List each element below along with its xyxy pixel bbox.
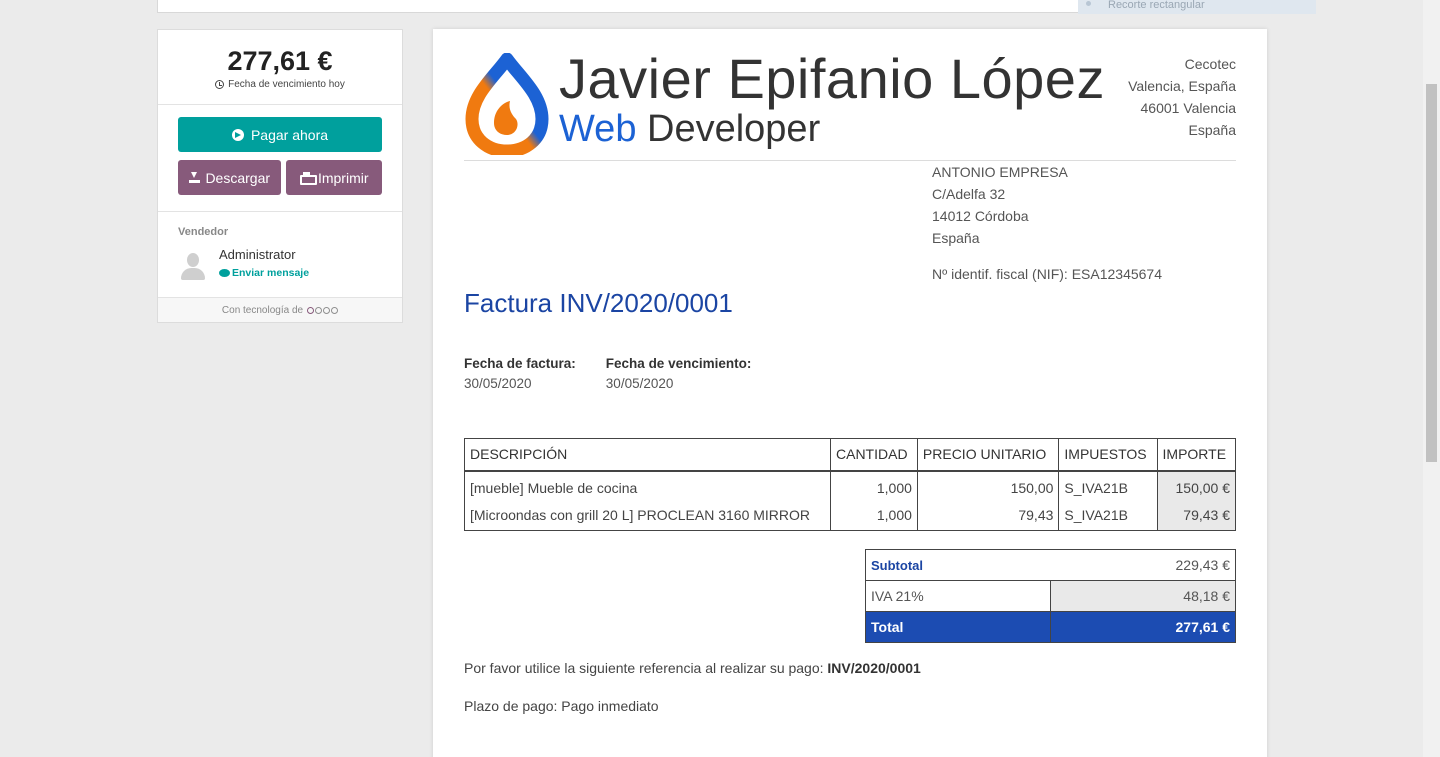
invoice-lines-table: DESCRIPCIÓN CANTIDAD PRECIO UNITARIO IMP… bbox=[464, 438, 1237, 531]
table-row: [Microondas con grill 20 L] PROCLEAN 316… bbox=[464, 500, 1237, 531]
due-date-block: Fecha de vencimiento: 30/05/2020 bbox=[606, 356, 752, 391]
invoice-dates: Fecha de factura: 30/05/2020 Fecha de ve… bbox=[464, 356, 751, 391]
payment-reference-value: INV/2020/0001 bbox=[827, 660, 921, 676]
vertical-scrollbar[interactable] bbox=[1423, 0, 1440, 757]
due-date-label: Fecha de vencimiento: bbox=[605, 356, 752, 371]
due-date-value: 30/05/2020 bbox=[605, 376, 674, 391]
amount-due-block: 277,61 € Fecha de vencimiento hoy bbox=[158, 30, 402, 105]
download-icon bbox=[189, 172, 201, 183]
chat-icon bbox=[219, 269, 230, 277]
company-address-line: Cecotec bbox=[1184, 56, 1236, 72]
invoice-date-label: Fecha de factura: bbox=[464, 356, 576, 371]
company-name: Javier Epifanio López bbox=[559, 47, 1105, 110]
snipping-tool-hint: Recorte rectangular bbox=[1078, 0, 1316, 14]
clock-icon bbox=[215, 80, 225, 89]
table-row: [mueble] Mueble de cocina 1,000 150,00 S… bbox=[464, 470, 1237, 501]
payment-terms: Plazo de pago: Pago inmediato bbox=[464, 698, 659, 714]
invoice-date-block: Fecha de factura: 30/05/2020 bbox=[464, 356, 576, 391]
payment-reference-text: Por favor utilice la siguiente referenci… bbox=[464, 660, 824, 676]
pay-now-label: Pagar ahora bbox=[250, 126, 329, 143]
send-message-label: Enviar mensaje bbox=[232, 267, 310, 279]
line-taxes: S_IVA21B bbox=[1058, 500, 1158, 531]
subtotal-value: 229,43 € bbox=[1050, 549, 1236, 581]
vendor-section: Vendedor Administrator Enviar mensaje bbox=[158, 212, 402, 298]
download-button[interactable]: Descargar bbox=[178, 160, 282, 195]
print-label: Imprimir bbox=[317, 169, 369, 186]
company-address: Cecotec Valencia, España 46001 Valencia … bbox=[1128, 53, 1236, 141]
line-amount: 79,43 € bbox=[1156, 500, 1237, 531]
partner-address: ANTONIO EMPRESA C/Adelfa 32 14012 Córdob… bbox=[932, 161, 1068, 249]
subtotal-row: Subtotal 229,43 € bbox=[865, 549, 1236, 581]
partner-vat: Nº identif. fiscal (NIF): ESA12345674 bbox=[932, 266, 1162, 282]
total-label: Total bbox=[865, 611, 1051, 643]
totals-table: Subtotal 229,43 € IVA 21% 48,18 € Total … bbox=[865, 549, 1236, 643]
column-header: IMPUESTOS bbox=[1058, 438, 1158, 472]
line-unit-price: 79,43 bbox=[916, 500, 1060, 531]
tax-value: 48,18 € bbox=[1050, 580, 1236, 612]
due-date-note: Fecha de vencimiento hoy bbox=[158, 79, 402, 90]
print-icon bbox=[299, 172, 317, 185]
invoice-sidebar: 277,61 € Fecha de vencimiento hoy Pagar … bbox=[157, 29, 403, 323]
line-description: [Microondas con grill 20 L] PROCLEAN 316… bbox=[464, 500, 831, 531]
tax-row: IVA 21% 48,18 € bbox=[865, 580, 1236, 612]
print-button[interactable]: Imprimir bbox=[286, 160, 382, 195]
total-row: Total 277,61 € bbox=[865, 611, 1236, 643]
amount-due: 277,61 € bbox=[227, 46, 333, 76]
sidebar-actions: Pagar ahora Descargar Imprimir bbox=[158, 105, 402, 212]
line-amount: 150,00 € bbox=[1156, 470, 1237, 501]
vendor-name: Administrator bbox=[219, 247, 296, 262]
secondary-actions: Descargar Imprimir bbox=[178, 160, 382, 195]
invoice-title: Factura INV/2020/0001 bbox=[464, 288, 733, 318]
column-header: IMPORTE bbox=[1156, 438, 1237, 472]
table-header-row: DESCRIPCIÓN CANTIDAD PRECIO UNITARIO IMP… bbox=[464, 438, 1237, 472]
company-logo-icon bbox=[465, 53, 549, 155]
partner-address-line: España bbox=[932, 230, 980, 246]
column-header: DESCRIPCIÓN bbox=[464, 438, 831, 472]
payment-reference-note: Por favor utilice la siguiente referenci… bbox=[464, 660, 921, 676]
invoice-header: Javier Epifanio López Web Developer Ceco… bbox=[464, 47, 1236, 161]
avatar bbox=[178, 250, 208, 282]
send-message-link[interactable]: Enviar mensaje bbox=[219, 267, 309, 279]
vendor-row: Administrator Enviar mensaje bbox=[178, 246, 382, 282]
tagline-accent: Web bbox=[559, 108, 637, 150]
due-date-text: Fecha de vencimiento hoy bbox=[228, 79, 345, 90]
powered-by-text: Con tecnología de bbox=[221, 304, 304, 316]
arrow-circle-right-icon bbox=[231, 128, 244, 141]
line-taxes: S_IVA21B bbox=[1058, 470, 1158, 501]
vendor-label: Vendedor bbox=[178, 226, 229, 238]
scrollbar-thumb[interactable] bbox=[1426, 84, 1437, 462]
partner-address-line: ANTONIO EMPRESA bbox=[932, 164, 1068, 180]
line-description: [mueble] Mueble de cocina bbox=[464, 470, 831, 501]
partner-address-line: 14012 Córdoba bbox=[932, 208, 1029, 224]
column-header: PRECIO UNITARIO bbox=[916, 438, 1060, 472]
powered-by: Con tecnología de bbox=[158, 298, 402, 322]
subtotal-label: Subtotal bbox=[865, 549, 1051, 581]
line-unit-price: 150,00 bbox=[916, 470, 1060, 501]
company-address-line: Valencia, España bbox=[1128, 78, 1236, 94]
company-address-line: España bbox=[1188, 122, 1236, 138]
partner-address-line: C/Adelfa 32 bbox=[932, 186, 1006, 202]
download-label: Descargar bbox=[205, 169, 271, 186]
line-quantity: 1,000 bbox=[830, 470, 918, 501]
company-address-line: 46001 Valencia bbox=[1140, 100, 1236, 116]
total-value: 277,61 € bbox=[1050, 611, 1236, 643]
invoice-date-value: 30/05/2020 bbox=[464, 376, 532, 391]
line-quantity: 1,000 bbox=[830, 500, 918, 531]
tax-label: IVA 21% bbox=[865, 580, 1051, 612]
column-header: CANTIDAD bbox=[830, 438, 918, 472]
odoo-logo[interactable] bbox=[307, 306, 339, 314]
company-tagline: Web Developer bbox=[559, 107, 820, 151]
pay-now-button[interactable]: Pagar ahora bbox=[178, 117, 382, 152]
invoice-document: Javier Epifanio López Web Developer Ceco… bbox=[433, 29, 1267, 757]
tagline-rest: Developer bbox=[647, 108, 821, 150]
